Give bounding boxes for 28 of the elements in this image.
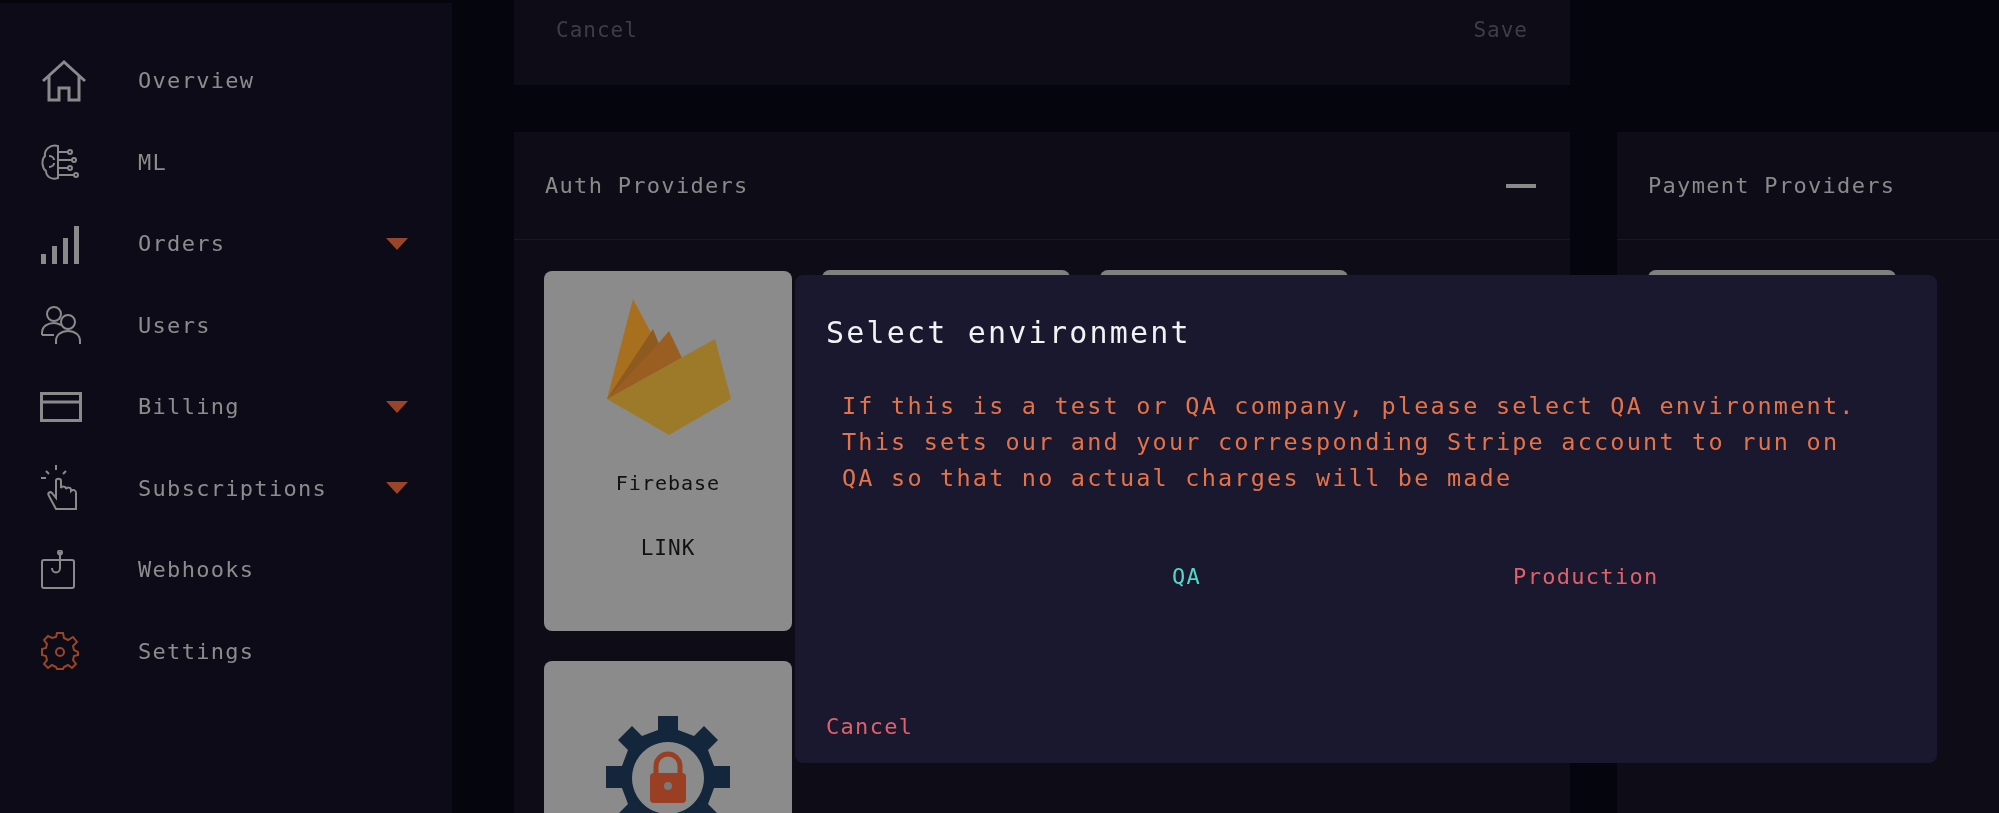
provider-card[interactable] — [544, 661, 792, 813]
brain-icon — [40, 142, 80, 183]
collapse-icon[interactable] — [1506, 183, 1536, 188]
dialog-message: If this is a test or QA company, please select QA environment. This sets our and your corresponding Stripe account to run on QA so that no actual charges will be made — [842, 391, 1857, 494]
environment-option[interactable]: QA — [1164, 560, 1210, 593]
nav-item[interactable]: Billing — [0, 366, 452, 448]
bar-chart-icon — [40, 223, 80, 264]
nav-item[interactable]: ML — [0, 121, 452, 203]
environment-option[interactable]: Production — [1505, 560, 1667, 593]
cancel-button[interactable]: Cancel — [826, 710, 914, 743]
nav-item[interactable]: Settings — [0, 610, 452, 692]
dialog-title: Select environment — [826, 315, 1192, 350]
panel-title: Auth Providers — [545, 173, 749, 198]
nav-item[interactable]: Subscriptions — [0, 447, 452, 529]
nav-item[interactable]: Webhooks — [0, 529, 452, 611]
gear-lock-icon — [606, 716, 730, 813]
nav-item[interactable]: Overview — [0, 40, 452, 122]
provider-name: Firebase — [615, 471, 721, 495]
users-icon — [40, 305, 82, 346]
provider-card[interactable]: Firebase LINK — [544, 271, 792, 631]
webhook-icon — [40, 549, 76, 590]
credit-card-icon — [40, 391, 82, 422]
panel-title: Payment Providers — [1648, 173, 1896, 198]
home-icon — [40, 58, 88, 103]
nav-item[interactable]: Orders — [0, 203, 452, 285]
settings-icon — [40, 631, 80, 672]
link-button[interactable]: LINK — [634, 535, 702, 561]
nav-item[interactable]: Users — [0, 284, 452, 366]
